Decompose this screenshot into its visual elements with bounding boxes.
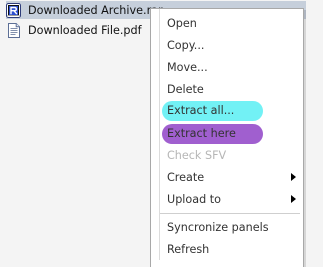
menu-item-create[interactable]: Create [167,169,204,187]
menu-item-delete[interactable]: Delete [167,81,204,99]
menu-item-extract-here[interactable]: Extract here [167,125,236,143]
menu-item-move[interactable]: Move... [167,59,208,77]
menu-separator [160,213,300,214]
menu-item-extract-all[interactable]: Extract all... [167,102,234,120]
submenu-arrow-icon [291,173,296,181]
file-name: Downloaded File.pdf [28,23,142,37]
menu-item-refresh[interactable]: Refresh [167,241,209,259]
menu-item-upload-to[interactable]: Upload to [167,191,221,209]
menu-item-check-sfv: Check SFV [167,149,227,162]
pdf-file-icon [8,22,20,38]
menu-item-open[interactable]: Open [167,15,197,33]
menu-gutter [159,9,160,260]
menu-item-copy[interactable]: Copy... [167,37,204,55]
submenu-arrow-icon [291,195,296,203]
file-name: Downloaded Archive.rar [28,3,163,17]
menu-item-syncronize-panels[interactable]: Syncronize panels [167,219,269,237]
rar-archive-icon [6,2,21,18]
